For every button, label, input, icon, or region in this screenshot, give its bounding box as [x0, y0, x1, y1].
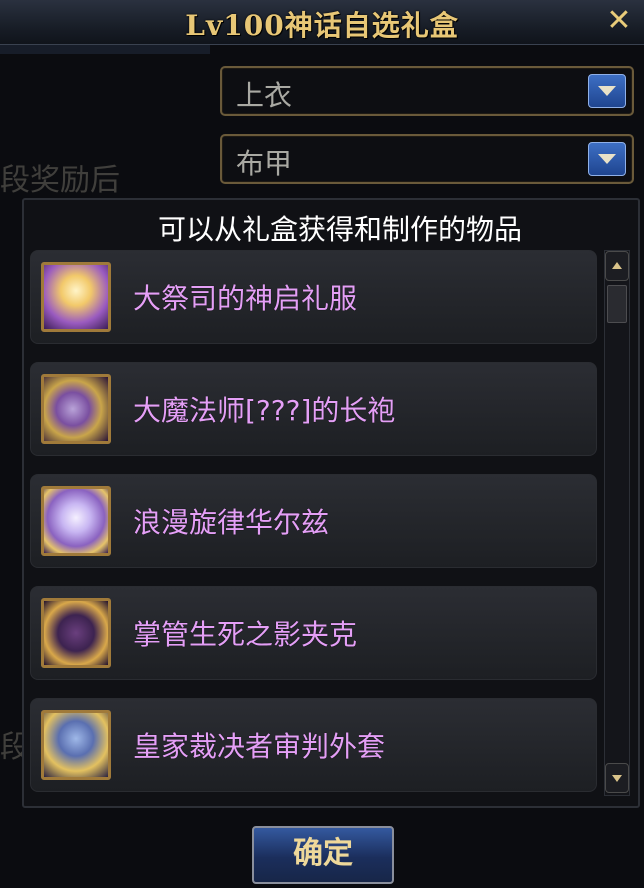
items-panel-title: 可以从礼盒获得和制作的物品	[157, 213, 522, 246]
confirm-button[interactable]: 确定	[252, 826, 394, 884]
scroll-down-button[interactable]	[605, 763, 629, 793]
item-name: 掌管生死之影夹克	[133, 618, 358, 651]
armor-type-select-value: 布甲	[236, 147, 293, 180]
item-name: 浪漫旋律华尔兹	[133, 506, 330, 539]
list-item[interactable]: 掌管生死之影夹克	[30, 586, 597, 680]
chevron-down-icon[interactable]	[588, 142, 626, 176]
item-name: 大魔法师[???]的长袍	[133, 394, 396, 427]
slot-select[interactable]: 上衣	[220, 66, 634, 116]
title-bar[interactable]: Lv100神话自选礼盒 ✕	[0, 0, 644, 45]
list-item[interactable]: 大祭司的神启礼服	[30, 250, 597, 344]
item-name: 皇家裁决者审判外套	[133, 730, 386, 763]
item-list-scrollbar[interactable]	[604, 250, 630, 796]
chevron-down-icon[interactable]	[588, 74, 626, 108]
close-button[interactable]: ✕	[604, 6, 634, 36]
list-item[interactable]: 大魔法师[???]的长袍	[30, 362, 597, 456]
scroll-up-button[interactable]	[605, 251, 629, 281]
slot-select-value: 上衣	[236, 79, 293, 112]
armor-type-select[interactable]: 布甲	[220, 134, 634, 184]
jacket-icon	[41, 598, 111, 668]
close-icon: ✕	[606, 3, 632, 38]
dialog-title: Lv100神话自选礼盒	[185, 9, 459, 42]
robe-icon	[41, 262, 111, 332]
list-item[interactable]: 皇家裁决者审判外套	[30, 698, 597, 792]
scroll-thumb[interactable]	[607, 285, 627, 323]
list-item[interactable]: 浪漫旋律华尔兹	[30, 474, 597, 568]
coat-icon	[41, 710, 111, 780]
robe-icon	[41, 374, 111, 444]
item-name: 大祭司的神启礼服	[133, 282, 358, 315]
gift-box-dialog: Lv100神话自选礼盒 ✕ 上衣 布甲 可以从礼盒获得和制作的物品 大祭司的神启…	[0, 0, 644, 888]
dress-icon	[41, 486, 111, 556]
